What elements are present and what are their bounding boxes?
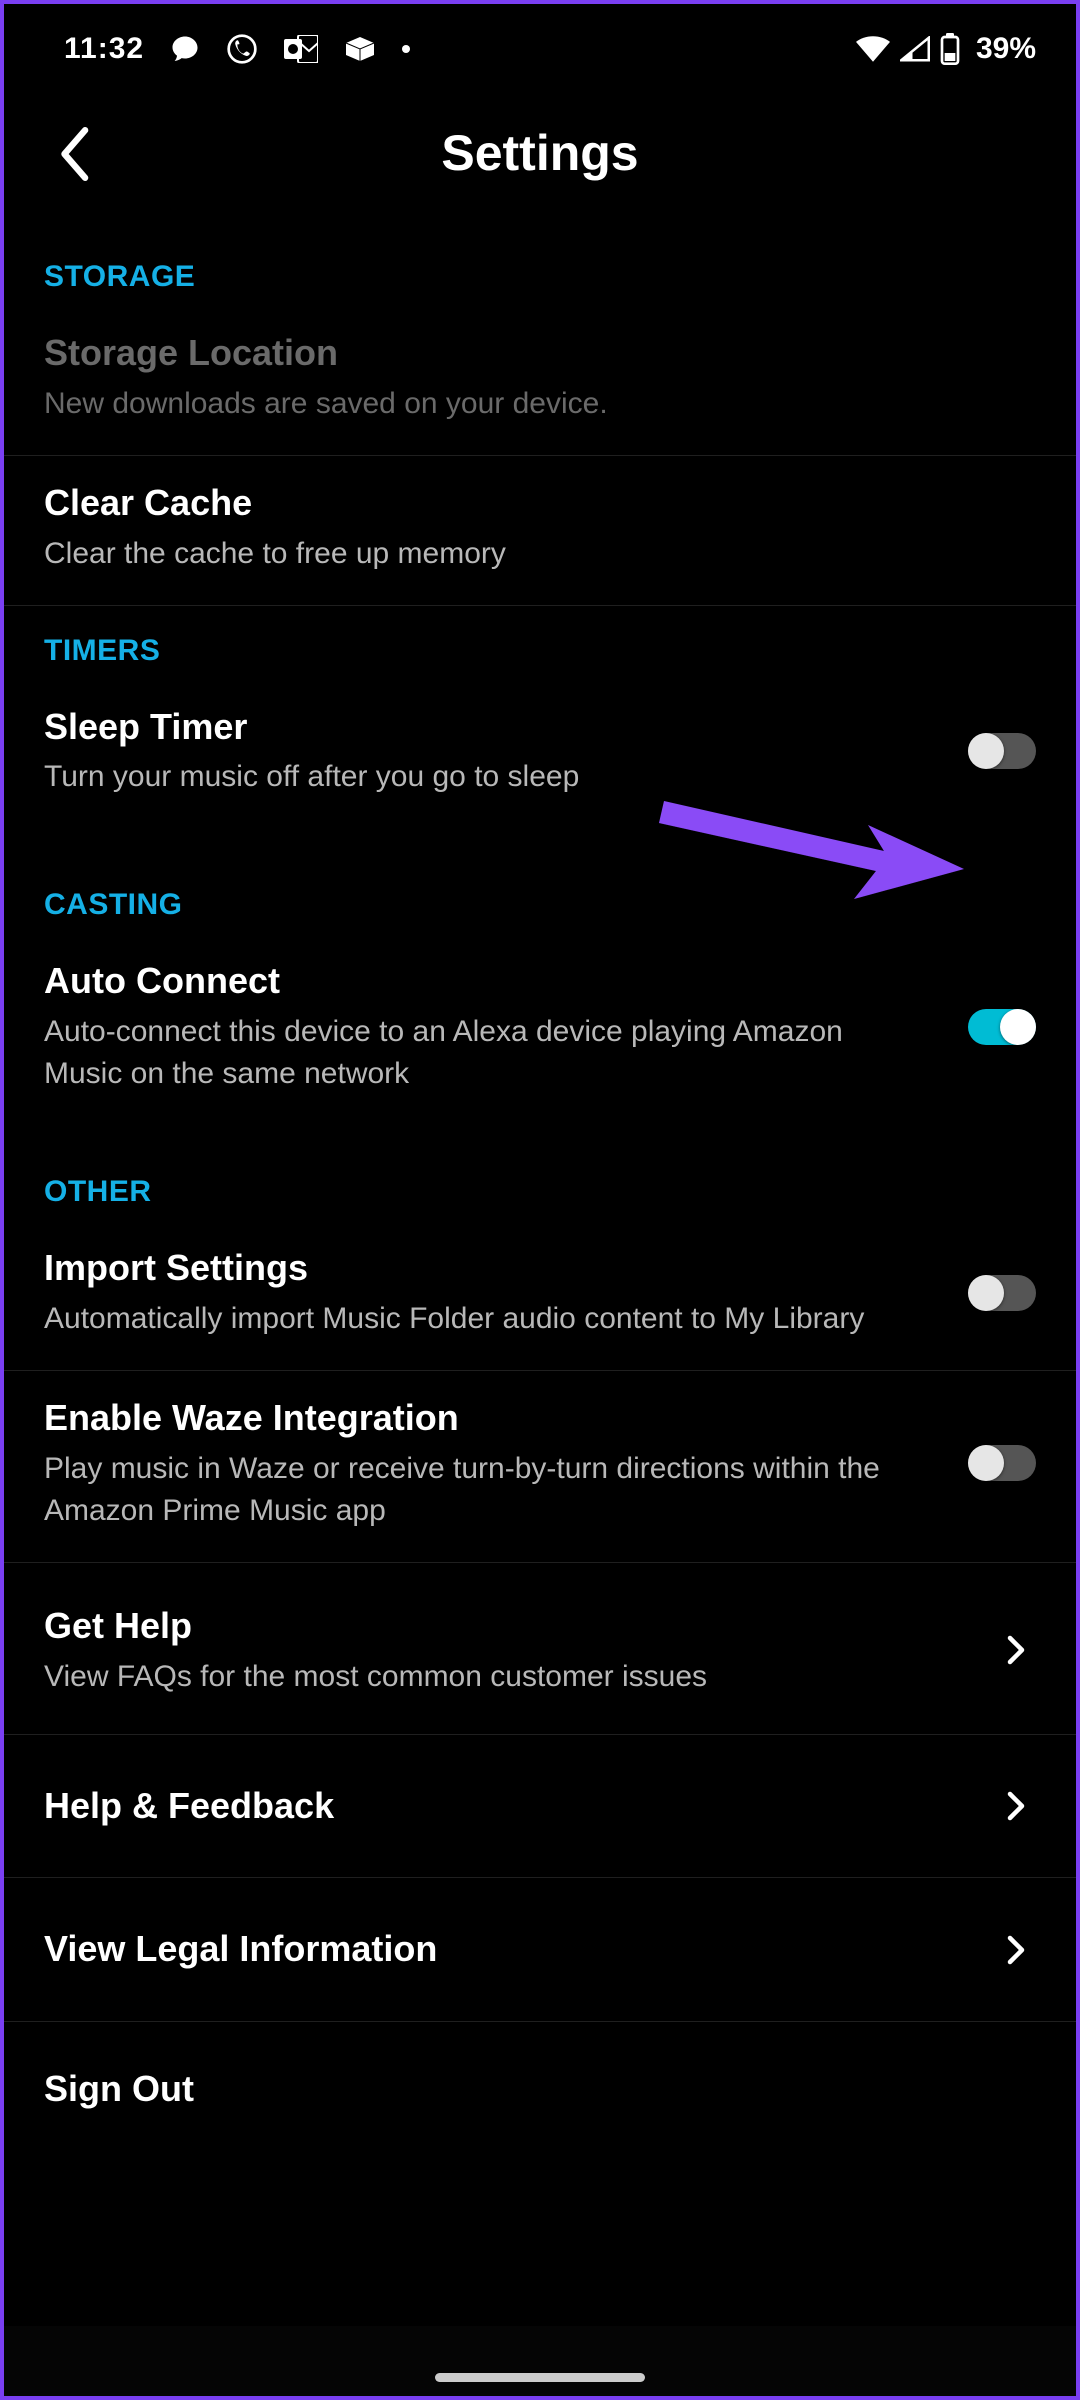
import-settings-toggle[interactable] xyxy=(968,1275,1036,1311)
battery-icon xyxy=(940,33,960,65)
back-button[interactable] xyxy=(44,124,104,184)
clear-cache-title: Clear Cache xyxy=(44,480,1036,527)
gesture-nav-region[interactable] xyxy=(4,2326,1076,2396)
row-clear-cache[interactable]: Clear Cache Clear the cache to free up m… xyxy=(4,456,1076,606)
waze-sub: Play music in Waze or receive turn-by-tu… xyxy=(44,1448,944,1532)
storage-location-sub: New downloads are saved on your device. xyxy=(44,383,944,425)
whatsapp-icon xyxy=(226,33,258,65)
package-icon xyxy=(344,35,376,63)
chevron-left-icon xyxy=(57,127,91,181)
sleep-timer-title: Sleep Timer xyxy=(44,704,948,751)
row-get-help[interactable]: Get Help View FAQs for the most common c… xyxy=(4,1563,1076,1735)
legal-title: View Legal Information xyxy=(44,1926,996,1973)
help-feedback-title: Help & Feedback xyxy=(44,1783,996,1830)
chat-bubble-icon xyxy=(170,34,200,64)
status-left: 11:32 xyxy=(64,32,410,66)
row-waze-integration[interactable]: Enable Waze Integration Play music in Wa… xyxy=(4,1371,1076,1563)
auto-connect-toggle[interactable] xyxy=(968,1009,1036,1045)
storage-location-title: Storage Location xyxy=(44,330,1036,377)
settings-list: STORAGE Storage Location New downloads a… xyxy=(4,232,1076,2133)
status-bar: 11:32 39% xyxy=(4,4,1076,84)
section-header-casting: CASTING xyxy=(4,828,1076,934)
outlook-icon xyxy=(284,35,318,63)
auto-connect-sub: Auto-connect this device to an Alexa dev… xyxy=(44,1011,904,1095)
row-help-feedback[interactable]: Help & Feedback xyxy=(4,1735,1076,1879)
row-storage-location: Storage Location New downloads are saved… xyxy=(4,306,1076,456)
status-right: 39% xyxy=(856,32,1036,66)
get-help-title: Get Help xyxy=(44,1603,976,1650)
row-sign-out[interactable]: Sign Out xyxy=(4,2022,1076,2133)
clear-cache-sub: Clear the cache to free up memory xyxy=(44,533,944,575)
section-header-other: OTHER xyxy=(4,1125,1076,1221)
waze-title: Enable Waze Integration xyxy=(44,1395,948,1442)
chevron-right-icon xyxy=(996,1791,1036,1821)
row-legal-information[interactable]: View Legal Information xyxy=(4,1878,1076,2022)
cellular-signal-icon xyxy=(900,36,930,62)
row-auto-connect[interactable]: Auto Connect Auto-connect this device to… xyxy=(4,934,1076,1125)
wifi-icon xyxy=(856,36,890,62)
sleep-timer-sub: Turn your music off after you go to slee… xyxy=(44,756,944,798)
status-time: 11:32 xyxy=(64,32,144,66)
section-header-timers: TIMERS xyxy=(4,606,1076,680)
page-title: Settings xyxy=(441,124,638,182)
row-sleep-timer[interactable]: Sleep Timer Turn your music off after yo… xyxy=(4,680,1076,829)
app-frame: 11:32 39% xyxy=(0,0,1080,2400)
import-settings-title: Import Settings xyxy=(44,1245,948,1292)
section-header-storage: STORAGE xyxy=(4,232,1076,306)
chevron-right-icon xyxy=(996,1935,1036,1965)
battery-percentage: 39% xyxy=(976,32,1036,66)
auto-connect-title: Auto Connect xyxy=(44,958,948,1005)
row-import-settings[interactable]: Import Settings Automatically import Mus… xyxy=(4,1221,1076,1371)
chevron-right-icon xyxy=(996,1635,1036,1665)
gesture-nav-bar-icon xyxy=(435,2373,645,2382)
sleep-timer-toggle[interactable] xyxy=(968,733,1036,769)
get-help-sub: View FAQs for the most common customer i… xyxy=(44,1656,944,1698)
waze-toggle[interactable] xyxy=(968,1445,1036,1481)
page-header: Settings xyxy=(4,84,1076,232)
notification-dot-icon xyxy=(402,45,410,53)
sign-out-title: Sign Out xyxy=(44,2066,1036,2113)
import-settings-sub: Automatically import Music Folder audio … xyxy=(44,1298,944,1340)
